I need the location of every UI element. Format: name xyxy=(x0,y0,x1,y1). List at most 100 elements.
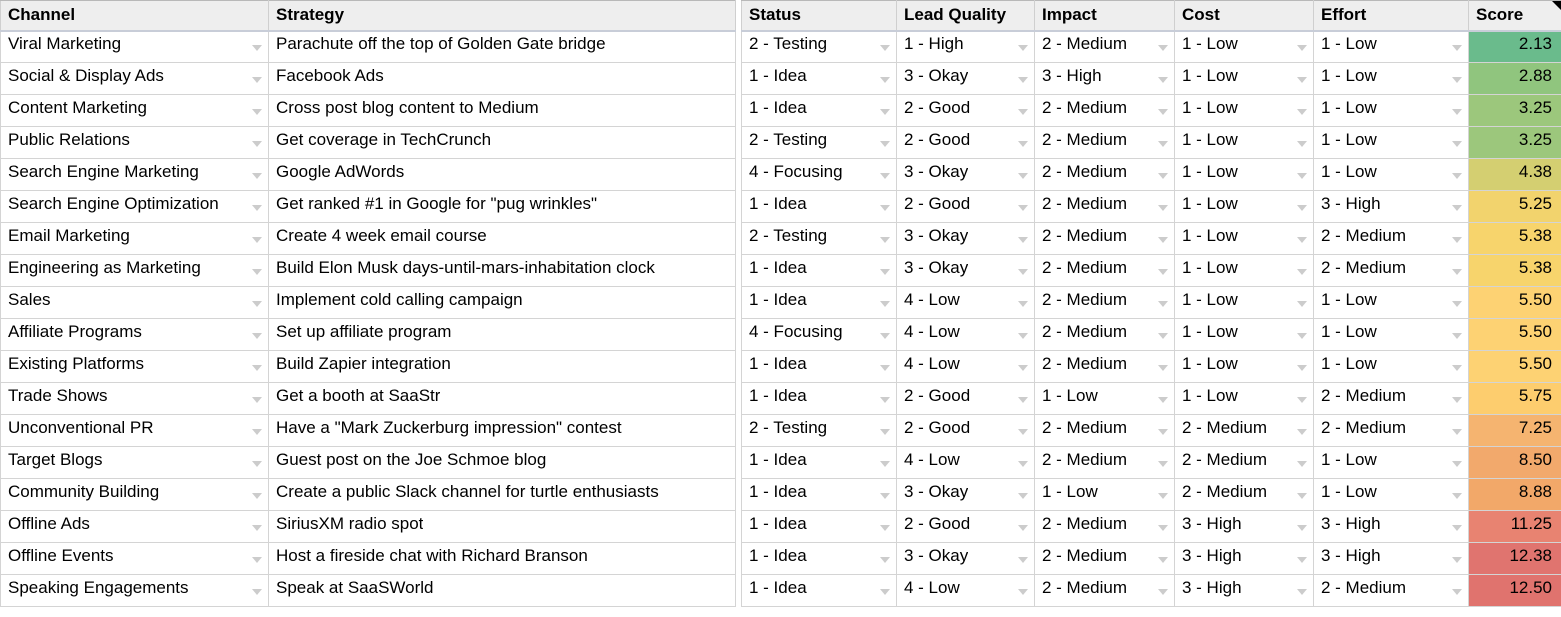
cell-channel[interactable]: Public Relations xyxy=(1,127,269,159)
dropdown-arrow-icon[interactable] xyxy=(1297,173,1307,179)
cell-lead-quality[interactable]: 3 - Okay xyxy=(897,63,1035,95)
dropdown-arrow-icon[interactable] xyxy=(1158,365,1168,371)
cell-score[interactable]: 5.38 xyxy=(1469,255,1561,287)
dropdown-arrow-icon[interactable] xyxy=(1452,45,1462,51)
cell-strategy[interactable]: Get a booth at SaaStr xyxy=(269,383,736,415)
dropdown-arrow-icon[interactable] xyxy=(252,493,262,499)
dropdown-arrow-icon[interactable] xyxy=(1452,77,1462,83)
dropdown-arrow-icon[interactable] xyxy=(252,333,262,339)
dropdown-arrow-icon[interactable] xyxy=(1297,557,1307,563)
dropdown-arrow-icon[interactable] xyxy=(880,109,890,115)
dropdown-arrow-icon[interactable] xyxy=(1158,333,1168,339)
cell-lead-quality[interactable]: 4 - Low xyxy=(897,351,1035,383)
cell-lead-quality[interactable]: 3 - Okay xyxy=(897,543,1035,575)
cell-channel[interactable]: Search Engine Marketing xyxy=(1,159,269,191)
cell-cost[interactable]: 1 - Low xyxy=(1175,319,1314,351)
dropdown-arrow-icon[interactable] xyxy=(1452,301,1462,307)
cell-lead-quality[interactable]: 1 - High xyxy=(897,31,1035,63)
column-header-strategy[interactable]: Strategy xyxy=(269,1,736,31)
cell-lead-quality[interactable]: 3 - Okay xyxy=(897,479,1035,511)
cell-strategy[interactable]: Implement cold calling campaign xyxy=(269,287,736,319)
dropdown-arrow-icon[interactable] xyxy=(1018,525,1028,531)
dropdown-arrow-icon[interactable] xyxy=(1158,525,1168,531)
dropdown-arrow-icon[interactable] xyxy=(1018,45,1028,51)
dropdown-arrow-icon[interactable] xyxy=(1452,493,1462,499)
cell-effort[interactable]: 2 - Medium xyxy=(1314,415,1469,447)
cell-cost[interactable]: 1 - Low xyxy=(1175,223,1314,255)
cell-impact[interactable]: 2 - Medium xyxy=(1035,319,1175,351)
dropdown-arrow-icon[interactable] xyxy=(1158,205,1168,211)
cell-channel[interactable]: Search Engine Optimization xyxy=(1,191,269,223)
cell-score[interactable]: 8.50 xyxy=(1469,447,1561,479)
dropdown-arrow-icon[interactable] xyxy=(252,365,262,371)
cell-status[interactable]: 1 - Idea xyxy=(742,287,897,319)
column-header-score[interactable]: Score xyxy=(1469,1,1561,31)
cell-cost[interactable]: 1 - Low xyxy=(1175,95,1314,127)
column-header-status[interactable]: Status xyxy=(742,1,897,31)
dropdown-arrow-icon[interactable] xyxy=(1018,429,1028,435)
dropdown-arrow-icon[interactable] xyxy=(1452,557,1462,563)
dropdown-arrow-icon[interactable] xyxy=(1018,237,1028,243)
cell-lead-quality[interactable]: 2 - Good xyxy=(897,95,1035,127)
cell-score[interactable]: 5.25 xyxy=(1469,191,1561,223)
cell-score[interactable]: 12.38 xyxy=(1469,543,1561,575)
cell-status[interactable]: 4 - Focusing xyxy=(742,319,897,351)
cell-channel[interactable]: Email Marketing xyxy=(1,223,269,255)
cell-strategy[interactable]: Speak at SaaSWorld xyxy=(269,575,736,607)
dropdown-arrow-icon[interactable] xyxy=(880,557,890,563)
cell-impact[interactable]: 2 - Medium xyxy=(1035,287,1175,319)
dropdown-arrow-icon[interactable] xyxy=(1297,45,1307,51)
cell-score[interactable]: 5.50 xyxy=(1469,319,1561,351)
column-header-cost[interactable]: Cost xyxy=(1175,1,1314,31)
cell-channel[interactable]: Offline Events xyxy=(1,543,269,575)
cell-impact[interactable]: 2 - Medium xyxy=(1035,447,1175,479)
cell-score[interactable]: 3.25 xyxy=(1469,95,1561,127)
cell-strategy[interactable]: Facebook Ads xyxy=(269,63,736,95)
dropdown-arrow-icon[interactable] xyxy=(880,365,890,371)
dropdown-arrow-icon[interactable] xyxy=(1297,493,1307,499)
dropdown-arrow-icon[interactable] xyxy=(252,269,262,275)
dropdown-arrow-icon[interactable] xyxy=(1452,141,1462,147)
cell-cost[interactable]: 2 - Medium xyxy=(1175,447,1314,479)
cell-cost[interactable]: 1 - Low xyxy=(1175,255,1314,287)
dropdown-arrow-icon[interactable] xyxy=(1158,301,1168,307)
cell-channel[interactable]: Trade Shows xyxy=(1,383,269,415)
cell-effort[interactable]: 1 - Low xyxy=(1314,127,1469,159)
dropdown-arrow-icon[interactable] xyxy=(1297,109,1307,115)
dropdown-arrow-icon[interactable] xyxy=(1158,461,1168,467)
dropdown-arrow-icon[interactable] xyxy=(1297,77,1307,83)
cell-strategy[interactable]: SiriusXM radio spot xyxy=(269,511,736,543)
dropdown-arrow-icon[interactable] xyxy=(1452,461,1462,467)
cell-score[interactable]: 3.25 xyxy=(1469,127,1561,159)
dropdown-arrow-icon[interactable] xyxy=(1452,589,1462,595)
dropdown-arrow-icon[interactable] xyxy=(252,237,262,243)
cell-status[interactable]: 1 - Idea xyxy=(742,383,897,415)
dropdown-arrow-icon[interactable] xyxy=(1297,269,1307,275)
dropdown-arrow-icon[interactable] xyxy=(252,141,262,147)
dropdown-arrow-icon[interactable] xyxy=(1018,109,1028,115)
cell-effort[interactable]: 2 - Medium xyxy=(1314,255,1469,287)
dropdown-arrow-icon[interactable] xyxy=(880,45,890,51)
dropdown-arrow-icon[interactable] xyxy=(1297,237,1307,243)
dropdown-arrow-icon[interactable] xyxy=(1018,365,1028,371)
cell-score[interactable]: 8.88 xyxy=(1469,479,1561,511)
dropdown-arrow-icon[interactable] xyxy=(880,301,890,307)
dropdown-arrow-icon[interactable] xyxy=(1452,525,1462,531)
cell-strategy[interactable]: Get ranked #1 in Google for "pug wrinkle… xyxy=(269,191,736,223)
cell-cost[interactable]: 1 - Low xyxy=(1175,287,1314,319)
cell-effort[interactable]: 3 - High xyxy=(1314,543,1469,575)
cell-status[interactable]: 1 - Idea xyxy=(742,575,897,607)
cell-effort[interactable]: 1 - Low xyxy=(1314,447,1469,479)
dropdown-arrow-icon[interactable] xyxy=(252,45,262,51)
cell-strategy[interactable]: Create a public Slack channel for turtle… xyxy=(269,479,736,511)
cell-channel[interactable]: Social & Display Ads xyxy=(1,63,269,95)
cell-lead-quality[interactable]: 2 - Good xyxy=(897,511,1035,543)
cell-channel[interactable]: Community Building xyxy=(1,479,269,511)
dropdown-arrow-icon[interactable] xyxy=(880,333,890,339)
dropdown-arrow-icon[interactable] xyxy=(1452,365,1462,371)
dropdown-arrow-icon[interactable] xyxy=(1297,301,1307,307)
cell-channel[interactable]: Sales xyxy=(1,287,269,319)
dropdown-arrow-icon[interactable] xyxy=(1158,109,1168,115)
cell-lead-quality[interactable]: 2 - Good xyxy=(897,415,1035,447)
cell-strategy[interactable]: Set up affiliate program xyxy=(269,319,736,351)
